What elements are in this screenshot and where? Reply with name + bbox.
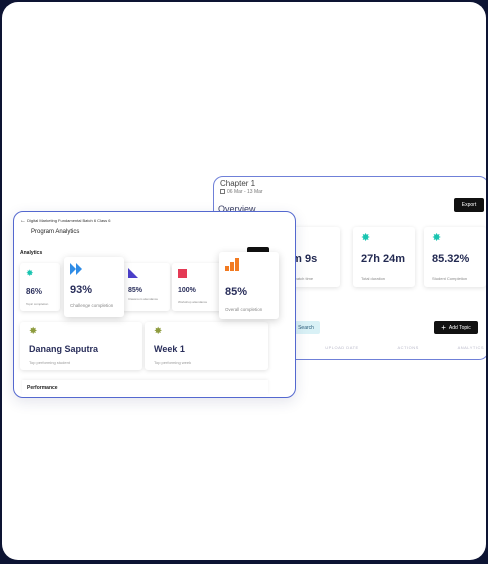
stat-value: 27h 24m	[361, 253, 406, 265]
marketing-card: Chapter 1 06 Mar - 13 Mar Overview Expor…	[2, 2, 486, 560]
metric-value: 100%	[178, 287, 196, 294]
metric-label: Overall completion	[225, 307, 263, 312]
breadcrumb-text: Digital Marketing Fundamental Batch 6 Cl…	[27, 218, 111, 223]
metric-value: 85%	[225, 286, 248, 298]
stat-label: Total duration	[361, 276, 386, 281]
top-week-value: Week 1	[154, 344, 185, 354]
metric-value: 86%	[26, 287, 43, 296]
stat-label: Student Completion	[432, 276, 468, 281]
top-student-card: ✸ Danang Saputra Top performing student	[20, 322, 142, 370]
bar-chart-icon	[225, 258, 239, 271]
calendar-icon	[220, 189, 225, 195]
column-header: ACTIONS	[397, 345, 419, 350]
analytics-heading: Analytics	[20, 250, 43, 256]
table-header: TYPE UPLOAD DATE ACTIONS ANALYTICS	[274, 345, 484, 350]
metric-value: 93%	[70, 284, 93, 296]
badge-icon: ✸	[154, 326, 163, 337]
metric-label: Challenge completion	[70, 303, 114, 308]
star-icon: ✸	[361, 232, 371, 244]
metric-value: 85%	[128, 287, 143, 294]
metric-card-classroom: 85% Classroom attendance	[122, 263, 170, 311]
performance-section: Performance	[22, 380, 268, 394]
chapter-date-range: 06 Mar - 13 Mar	[220, 189, 263, 195]
performance-heading: Performance	[27, 385, 58, 391]
fast-forward-icon	[70, 263, 82, 275]
top-student-label: Top performing student	[29, 360, 70, 365]
column-header: UPLOAD DATE	[325, 345, 359, 350]
metric-label: Workshop attendance	[178, 300, 208, 304]
triangle-icon	[128, 268, 138, 278]
page-title: Program Analytics	[31, 229, 80, 235]
metric-card-challenge: 93% Challenge completion	[64, 257, 124, 317]
square-icon	[178, 269, 187, 278]
stat-card-duration: ✸ 27h 24m Total duration	[353, 227, 415, 287]
add-topic-button[interactable]: + Add Topic	[434, 321, 478, 334]
metric-label: Topic completion	[26, 302, 49, 306]
date-range-text: 06 Mar - 13 Mar	[227, 189, 263, 195]
search-button[interactable]: Search	[292, 321, 320, 334]
metric-card-overall: 85% Overall completion	[219, 252, 279, 319]
metric-label: Classroom attendance	[128, 297, 159, 301]
top-week-label: Top performing week	[154, 360, 192, 365]
add-topic-label: Add Topic	[448, 324, 471, 331]
breadcrumb: ← Digital Marketing Fundamental Batch 6 …	[20, 218, 111, 224]
stat-value: 85.32%	[432, 253, 470, 265]
metric-card-topic: ✸ 86% Topic completion	[20, 263, 60, 311]
top-week-card: ✸ Week 1 Top performing week	[145, 322, 268, 370]
export-button[interactable]: Export	[454, 198, 484, 212]
badge-icon: ✸	[29, 326, 38, 337]
top-student-name: Danang Saputra	[29, 344, 99, 354]
column-header: ANALYTICS	[457, 345, 484, 350]
back-arrow-icon[interactable]: ←	[20, 218, 26, 224]
plus-icon: +	[441, 322, 446, 332]
star-icon: ✸	[26, 268, 34, 278]
program-analytics-window: ← Digital Marketing Fundamental Batch 6 …	[13, 211, 296, 398]
chapter-title: Chapter 1	[220, 179, 256, 188]
stat-card-completion: ✸ 85.32% Student Completion	[424, 227, 486, 287]
metric-card-workshop: 100% Workshop attendance	[172, 263, 222, 311]
star-icon: ✸	[432, 232, 442, 244]
